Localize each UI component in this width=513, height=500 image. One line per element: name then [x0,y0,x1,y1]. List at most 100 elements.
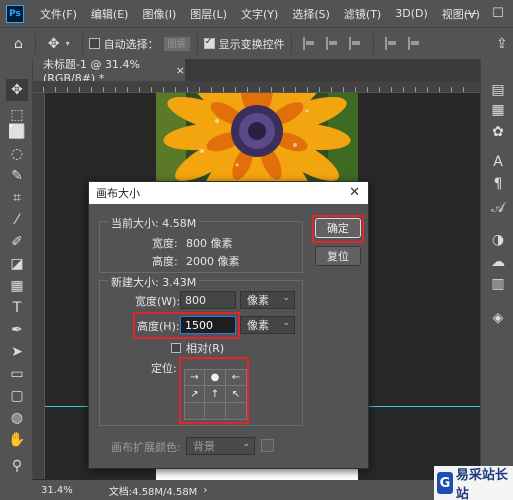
chevron-down-icon: ⌄ [282,293,290,303]
anchor-bottom-center[interactable] [205,403,226,420]
menu-type[interactable]: 文字(Y) [234,6,285,22]
align-top-icon[interactable] [384,37,398,50]
separator [372,33,374,54]
status-bar: 31.4% 文档:4.58M/4.58M › [33,480,480,500]
home-icon[interactable]: ⌂ [14,36,23,52]
layers-icon[interactable]: ◈ [487,307,509,329]
menu-edit[interactable]: 编辑(E) [84,6,136,22]
hand-tool-icon[interactable]: ✋ [6,429,28,451]
zoom-level[interactable]: 31.4% [41,485,73,496]
menu-image[interactable]: 图像(I) [135,6,183,22]
swatches-icon[interactable]: ▦ [487,99,509,121]
anchor-middle-left[interactable]: ↗ [184,386,205,403]
anchor-middle-right[interactable]: ↖ [226,386,247,403]
align-center-icon[interactable] [325,37,339,50]
new-size-label: 新建大小: 3.43M [108,274,200,290]
current-size-label: 当前大小: 4.58M [108,215,200,231]
gradient-tool-icon[interactable]: ▦ [6,275,28,297]
anchor-center[interactable]: ↑ [205,386,226,403]
libraries-icon[interactable]: ☁ [487,251,509,273]
width-input[interactable]: 800 [180,291,236,309]
minimize-button[interactable]: — [458,0,484,27]
watermark-logo: G [437,472,453,494]
glyphs-icon[interactable]: 𝒜 [487,197,509,219]
anchor-top-left[interactable]: → [184,369,205,386]
anchor-label: 定位: [151,362,177,375]
dodge-tool-icon[interactable]: ◍ [6,407,28,429]
eyedropper-tool-icon[interactable]: ⁄ [6,209,28,231]
type-tool-icon[interactable]: T [6,297,28,319]
photoshop-logo: Ps [6,4,24,23]
color-palette-icon[interactable]: ✿ [487,121,509,143]
adjustments-icon[interactable]: ◑ [487,229,509,251]
width-unit-dropdown[interactable]: 像素 ⌄ [240,291,295,309]
canvas-size-dialog: 画布大小 ✕ 当前大小: 4.58M 宽度: 800 像素 高度: 2000 像… [88,181,369,469]
maximize-button[interactable]: ☐ [485,0,511,27]
tools-panel: ✥ ⬚ ⬜ ◌ ✎ ⌗ ⁄ ✐ ◪ ▦ T ✒ ➤ ▭ ▢ ◍ ✋ ⚲ [0,59,33,480]
move-tool-icon[interactable]: ✥ [48,36,60,52]
pen-tool-icon[interactable]: ✒ [6,319,28,341]
lasso-tool-icon[interactable]: ◌ [6,143,28,165]
rounded-rect-tool-icon[interactable]: ▢ [6,385,28,407]
move-tool-icon[interactable]: ✥ [6,79,28,101]
path-select-tool-icon[interactable]: ➤ [6,341,28,363]
history-icon[interactable]: ▤ [487,79,509,101]
separator [290,33,292,54]
ok-button[interactable]: 确定 [315,218,361,238]
document-tab-bar: 未标题-1 @ 31.4%(RGB/8#) * × [33,58,480,85]
anchor-top-center[interactable]: ● [205,369,226,386]
document-info[interactable]: 文档:4.58M/4.58M [109,483,198,498]
height-label: 高度(H): [137,320,180,333]
site-watermark: G 易采站长站 [434,466,513,500]
dialog-titlebar: 画布大小 ✕ [89,182,368,204]
auto-select-checkbox[interactable] [88,38,100,49]
marquee-tool-icon[interactable]: ⬜ [6,121,28,143]
paragraph-icon[interactable]: ¶ [487,173,509,195]
menu-select[interactable]: 选择(S) [285,6,337,22]
width-label: 宽度(W): [135,295,181,308]
anchor-bottom-right[interactable] [226,403,247,420]
auto-select-target-dropdown[interactable]: 图层 [162,35,191,52]
extension-color-dropdown[interactable]: 背景 ⌄ [186,437,255,455]
menu-3d[interactable]: 3D(D) [388,7,435,20]
share-icon[interactable]: ⇪ [496,36,508,52]
chevron-down-icon[interactable]: ▾ [66,39,70,48]
vertical-ruler [33,93,45,479]
quick-select-tool-icon[interactable]: ✎ [6,165,28,187]
rectangle-tool-icon[interactable]: ▭ [6,363,28,385]
extension-color-label: 画布扩展颜色: [111,441,181,454]
chevron-right-icon[interactable]: › [203,485,207,496]
show-transform-checkbox[interactable] [203,36,215,49]
current-width-value: 800 像素 [186,237,233,250]
horizontal-ruler [33,81,480,93]
align-middle-icon[interactable] [407,37,421,50]
close-tab-icon[interactable]: × [176,64,185,77]
separator [81,33,83,54]
height-input[interactable]: 1500 [180,316,236,334]
character-icon[interactable]: A [487,151,509,173]
anchor-top-right[interactable]: ← [226,369,247,386]
options-bar: ⌂ ✥ ▾ 自动选择： 图层 显示变换控件 ⇪ [0,27,513,59]
align-right-icon[interactable] [348,37,362,50]
zoom-tool-icon[interactable]: ⚲ [6,455,28,477]
properties-icon[interactable]: ▥ [487,273,509,295]
document-tab[interactable]: 未标题-1 @ 31.4%(RGB/8#) * × [33,58,185,85]
menu-filter[interactable]: 滤镜(T) [337,6,388,22]
close-icon[interactable]: ✕ [349,185,360,200]
brush-tool-icon[interactable]: ✐ [6,231,28,253]
menu-file[interactable]: 文件(F) [33,6,84,22]
eraser-tool-icon[interactable]: ◪ [6,253,28,275]
current-size-group: 当前大小: 4.58M 宽度: 800 像素 高度: 2000 像素 [99,215,303,273]
reset-button[interactable]: 复位 [315,246,361,266]
current-width-label: 宽度: [152,237,178,250]
crop-tool-icon[interactable]: ⌗ [6,187,28,209]
anchor-bottom-left[interactable] [184,403,205,420]
align-left-icon[interactable] [302,37,316,50]
menu-layer[interactable]: 图层(L) [183,6,234,22]
height-unit-dropdown[interactable]: 像素 ⌄ [240,316,295,334]
current-height-value: 2000 像素 [186,255,240,268]
anchor-grid: → ● ← ↗ ↑ ↖ [184,369,247,420]
relative-checkbox[interactable] [171,343,181,353]
extension-color-swatch[interactable] [261,439,274,452]
dialog-title: 画布大小 [96,187,140,200]
